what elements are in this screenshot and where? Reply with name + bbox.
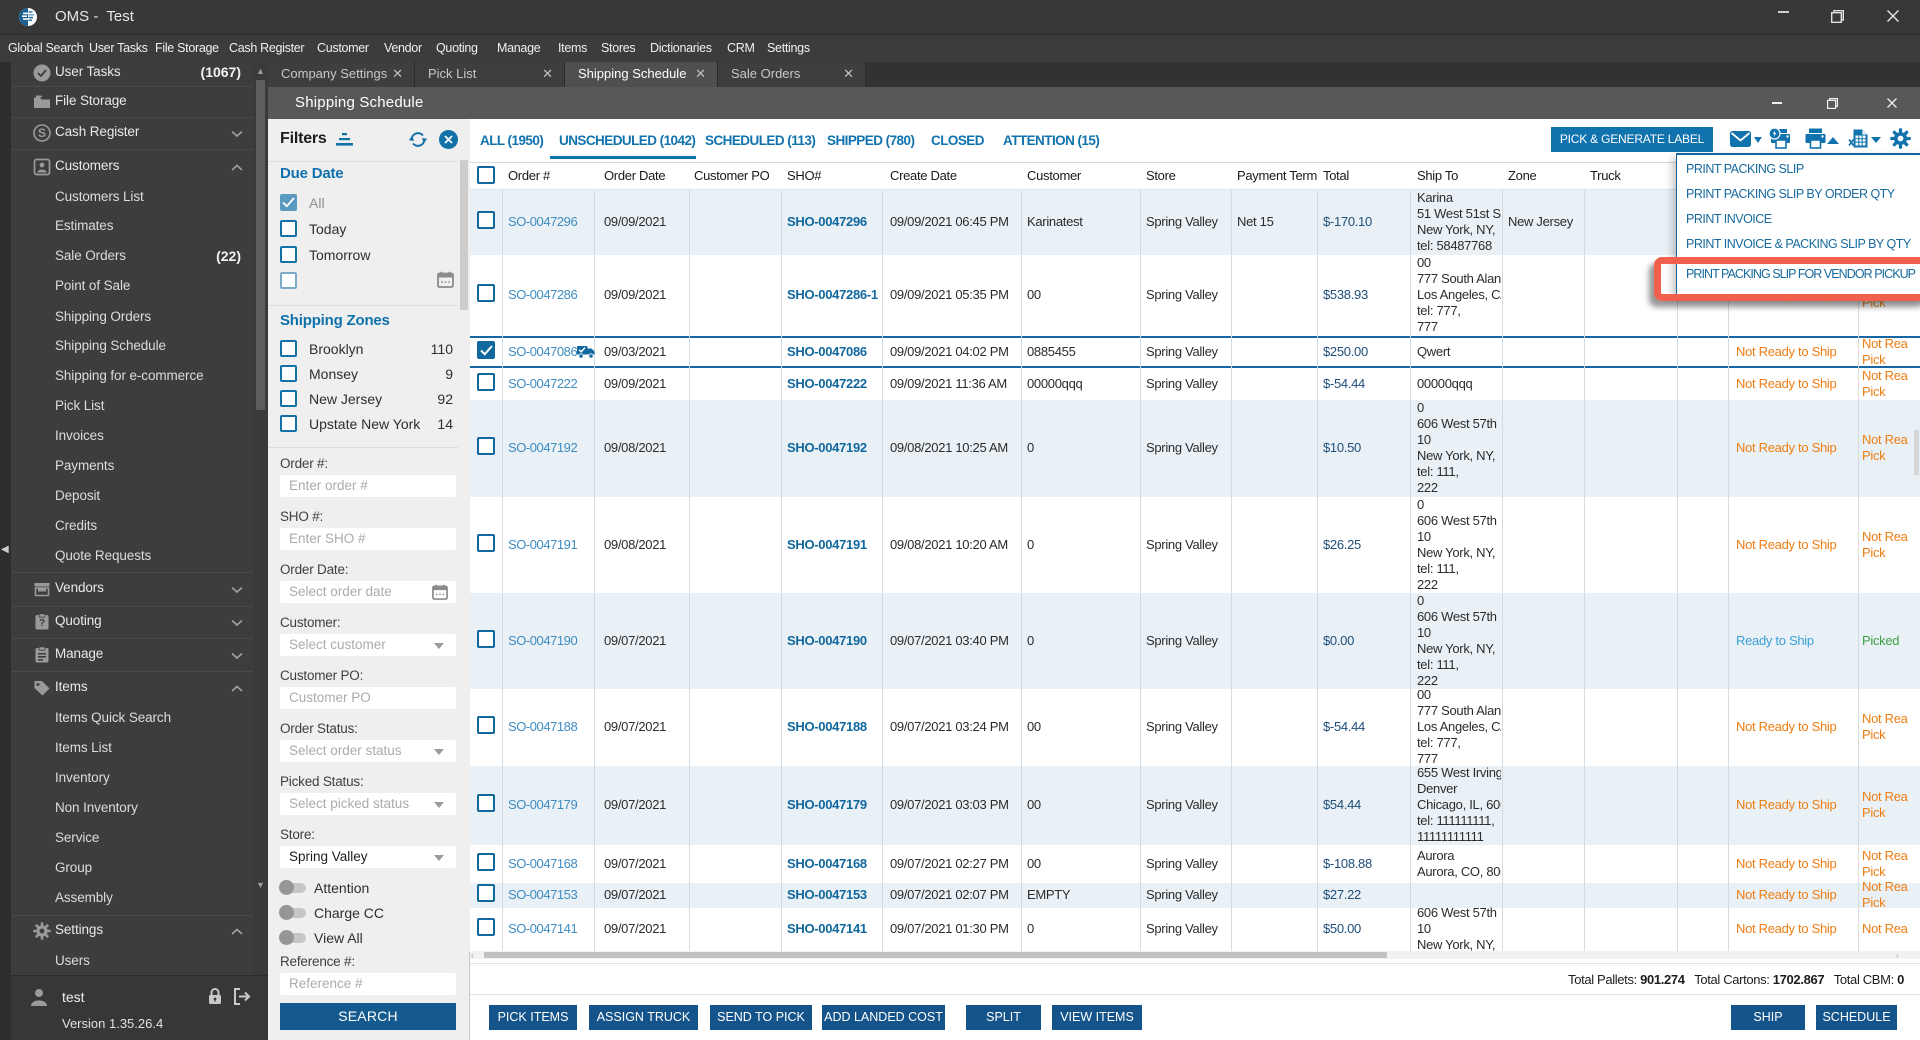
svg-text:?: ? xyxy=(39,618,45,629)
svg-text:S: S xyxy=(38,126,46,140)
